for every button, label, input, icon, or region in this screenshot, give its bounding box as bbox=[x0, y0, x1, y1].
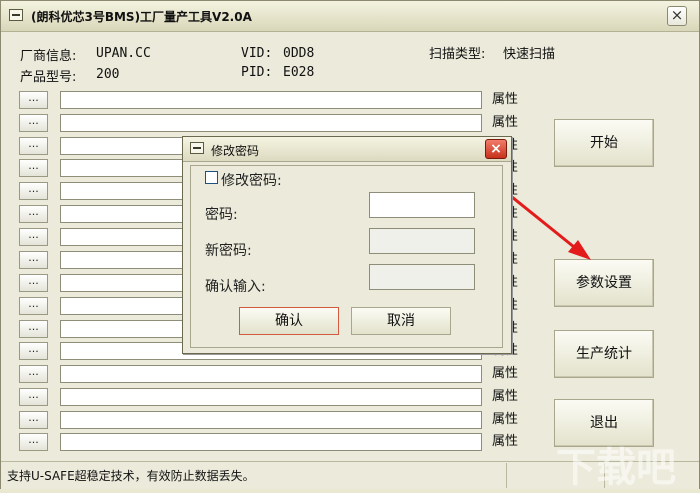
password-label: 密码: bbox=[205, 207, 238, 223]
app-window: (朗科优芯3号BMS)工厂量产工具V2.0A × 厂商信息: UPAN.CC V… bbox=[0, 0, 700, 491]
change-password-checkbox-label: 修改密码: bbox=[221, 173, 282, 189]
confirm-input-label: 确认输入: bbox=[205, 279, 266, 295]
new-password-input[interactable] bbox=[369, 228, 475, 254]
confirm-password-input[interactable] bbox=[369, 264, 475, 290]
dialog-system-menu-icon[interactable] bbox=[190, 142, 204, 154]
watermark: 下载吧 bbox=[556, 445, 676, 491]
new-password-label: 新密码: bbox=[205, 243, 252, 259]
password-input[interactable] bbox=[369, 192, 475, 218]
confirm-button[interactable]: 确认 bbox=[239, 307, 339, 335]
change-password-checkbox[interactable] bbox=[205, 171, 218, 184]
dialog-title: 修改密码 bbox=[211, 144, 260, 158]
dialog-close-button[interactable]: × bbox=[485, 139, 507, 159]
dialog-title-bar[interactable]: 修改密码 × bbox=[183, 137, 511, 162]
cancel-button[interactable]: 取消 bbox=[351, 307, 451, 335]
change-password-dialog: 修改密码 × 修改密码: 密码: 新密码: 确认输入: 确认 取消 bbox=[182, 136, 512, 354]
